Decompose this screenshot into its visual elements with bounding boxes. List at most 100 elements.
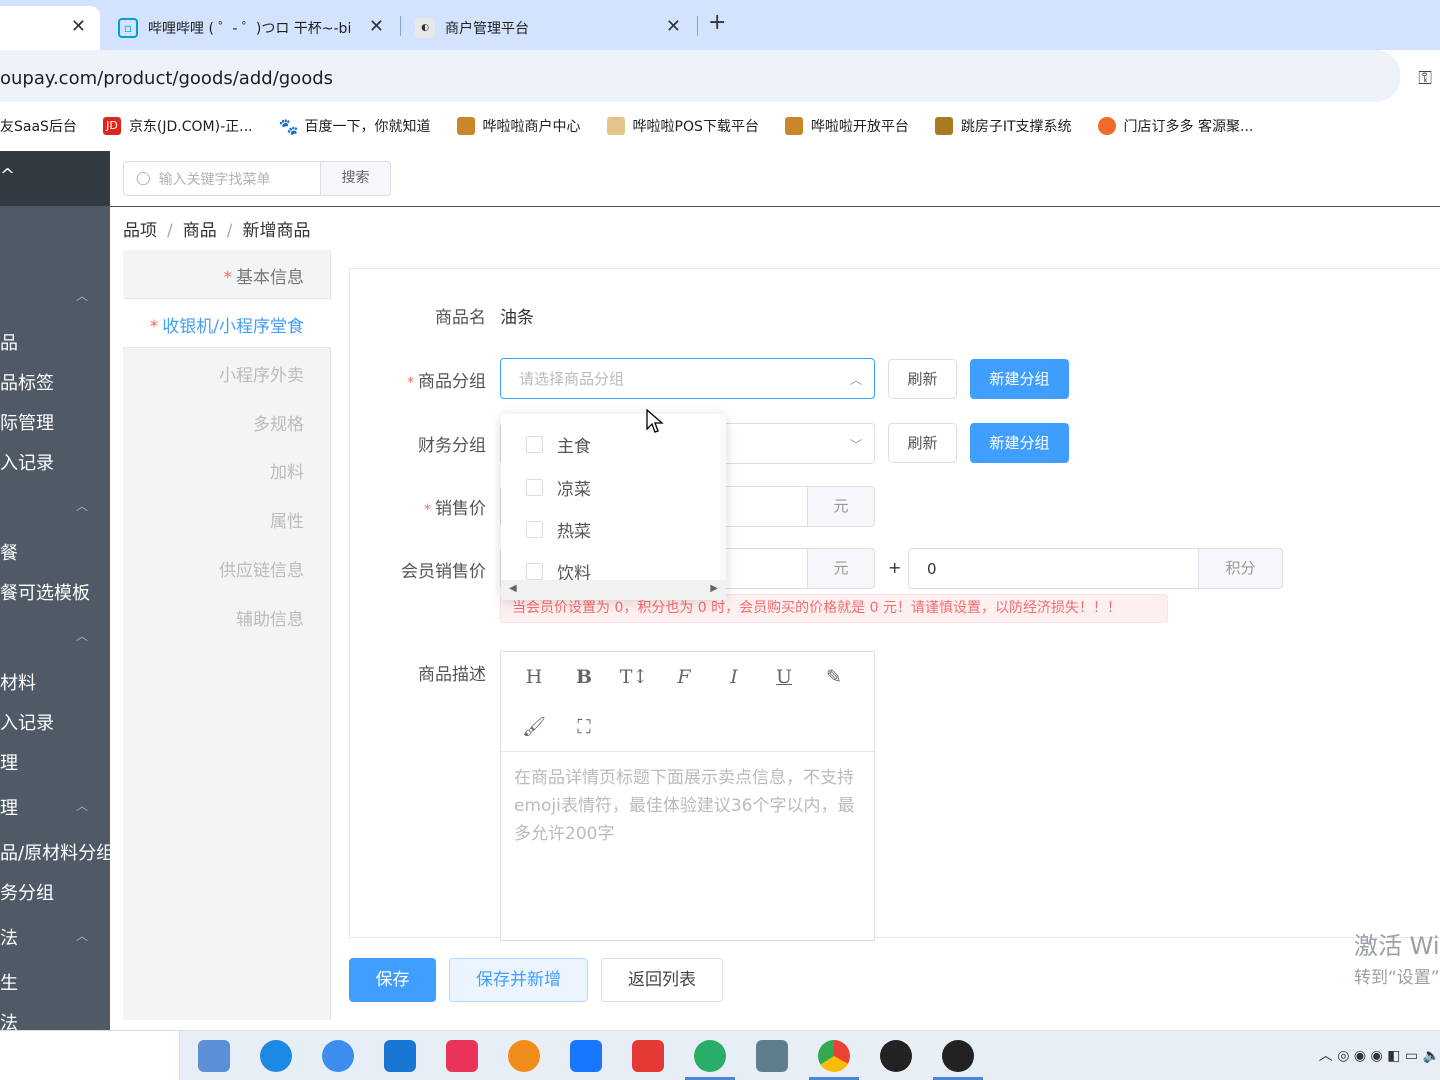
underline-icon[interactable]: U <box>769 662 799 692</box>
checkbox[interactable] <box>526 479 543 496</box>
product-group-dropdown: 主食 凉菜 热菜 饮料 ◀ ▶ <box>501 414 726 600</box>
hualala-icon <box>606 117 625 135</box>
sidebar-item[interactable]: 际管理 <box>0 409 54 435</box>
sidebar-header[interactable]: ^ <box>0 151 110 206</box>
tab-bilibili[interactable]: ▫ 哔哩哔哩 ( ゜- ゜)つロ 干杯~-bi ✕ <box>118 6 388 50</box>
sidebar-item[interactable]: 品 <box>0 329 18 355</box>
chevron-up-icon[interactable]: ︿ <box>76 797 88 814</box>
app-icon[interactable] <box>446 1040 478 1072</box>
breadcrumb-item[interactable]: 品项 <box>123 221 157 241</box>
app-icon[interactable] <box>384 1040 416 1072</box>
wechat-icon[interactable] <box>694 1040 726 1072</box>
system-tray[interactable]: ︿ ◎ ◉ ◉ ◧ ▭ 🔈 <box>1319 1045 1440 1065</box>
refresh-group-button[interactable]: 刷新 <box>888 359 957 399</box>
close-icon[interactable]: ✕ <box>369 16 384 37</box>
url-field[interactable]: oupay.com/product/goods/add/goods <box>0 50 1400 102</box>
chevron-up-icon[interactable]: ︿ <box>76 287 88 304</box>
dropdown-scrollbar[interactable] <box>720 414 726 580</box>
scroll-right-icon[interactable]: ▶ <box>710 583 718 594</box>
dropdown-option[interactable]: 热菜 <box>526 517 591 542</box>
bookmark-item[interactable]: 跳房子IT支撑系统 <box>934 116 1072 136</box>
feishu-icon[interactable] <box>570 1040 602 1072</box>
scroll-left-icon[interactable]: ◀ <box>509 583 517 594</box>
sidebar-item[interactable]: 入记录 <box>0 709 54 735</box>
qq-icon[interactable] <box>880 1040 912 1072</box>
sidebar-item[interactable]: 务分组 <box>0 879 54 905</box>
font-family-icon[interactable]: F <box>669 662 699 692</box>
checkbox[interactable] <box>526 521 543 538</box>
checkbox[interactable] <box>526 436 543 453</box>
app-icon[interactable] <box>632 1040 664 1072</box>
italic-icon[interactable]: I <box>719 662 749 692</box>
dropdown-option[interactable]: 凉菜 <box>526 475 591 500</box>
pen-icon[interactable]: ✎ <box>819 662 849 692</box>
sidebar-item[interactable]: 入记录 <box>0 449 54 475</box>
computer-icon[interactable] <box>198 1040 230 1072</box>
new-tab-icon[interactable]: + <box>708 10 726 35</box>
editor-toolbar: H B T↕ F I U ✎ 🖌 ⛶ <box>501 652 874 752</box>
bookmark-item[interactable]: 哗啦啦POS下载平台 <box>606 116 759 136</box>
breadcrumb-item[interactable]: 商品 <box>183 221 217 241</box>
step-aux-info[interactable]: 辅助信息 <box>236 605 304 630</box>
close-icon[interactable]: ✕ <box>71 16 86 37</box>
bold-icon[interactable]: B <box>569 662 599 692</box>
tab-active[interactable]: ✕ <box>0 6 100 50</box>
sidebar-item[interactable]: 理 <box>0 794 18 820</box>
bookmark-item[interactable]: 哗啦啦商户中心 <box>456 116 581 136</box>
step-basic-info[interactable]: * 基本信息 <box>224 263 305 288</box>
chevron-up-icon[interactable]: ︿ <box>76 497 88 514</box>
key-icon[interactable]: ⚿ <box>1418 68 1432 89</box>
tab-merchant-platform[interactable]: ◐ 商户管理平台 ✕ <box>415 6 685 50</box>
bookmarks-bar: 友SaaS后台 JD 京东(JD.COM)-正... 🐾 百度一下，你就知道 哗啦啦… <box>0 102 1440 150</box>
search-app-icon[interactable] <box>508 1040 540 1072</box>
save-button[interactable]: 保存 <box>349 958 436 1002</box>
step-takeout[interactable]: 小程序外卖 <box>219 361 304 386</box>
sidebar-item[interactable]: 品/原材料分组 <box>0 839 110 865</box>
horizontal-scrollbar[interactable]: ◀ ▶ <box>501 580 726 600</box>
sidebar-item[interactable]: 法 <box>0 1009 18 1030</box>
dropdown-option[interactable]: 主食 <box>526 432 591 457</box>
back-to-list-button[interactable]: 返回列表 <box>601 958 723 1002</box>
chrome-icon[interactable] <box>818 1040 850 1072</box>
font-size-icon[interactable]: T↕ <box>619 662 649 692</box>
description-placeholder[interactable]: 在商品详情页标题下面展示卖点信息，不支持emoji表情符，最佳体验建议36个字以… <box>514 764 866 848</box>
sidebar-item[interactable]: 餐可选模板 <box>0 579 90 605</box>
product-group-select[interactable]: 请选择商品分组 ︿ <box>500 358 875 399</box>
step-pos-dinein[interactable]: * 收银机/小程序堂食 <box>150 312 304 337</box>
calculator-icon[interactable] <box>756 1040 788 1072</box>
new-finance-group-button[interactable]: 新建分组 <box>970 423 1069 463</box>
step-multi-spec[interactable]: 多规格 <box>253 410 304 435</box>
chevron-up-icon[interactable]: ︿ <box>76 927 88 944</box>
sidebar-item[interactable]: 品标签 <box>0 369 54 395</box>
finance-group-label: 财务分组 <box>418 436 486 456</box>
brush-icon[interactable]: 🖌 <box>519 712 549 742</box>
search-button[interactable]: 搜索 <box>320 161 391 196</box>
browser-icon[interactable] <box>260 1040 292 1072</box>
menu-search-input[interactable]: ◯ 输入关键字找菜单 <box>123 161 321 196</box>
bookmark-item[interactable]: 友SaaS后台 <box>0 116 77 136</box>
close-icon[interactable]: ✕ <box>666 16 681 37</box>
checkbox[interactable] <box>526 563 543 580</box>
refresh-finance-button[interactable]: 刷新 <box>888 423 957 463</box>
bookmark-item[interactable]: 哗啦啦开放平台 <box>784 116 909 136</box>
step-addons[interactable]: 加料 <box>270 458 304 483</box>
heading-icon[interactable]: H <box>519 662 549 692</box>
step-attributes[interactable]: 属性 <box>270 507 304 532</box>
sidebar-item[interactable]: 材料 <box>0 669 36 695</box>
sidebar-item[interactable]: 生 <box>0 969 18 995</box>
bookmark-item[interactable]: 🐾 百度一下，你就知道 <box>279 116 431 136</box>
step-supply-chain[interactable]: 供应链信息 <box>219 556 304 581</box>
chevron-up-icon[interactable]: ︿ <box>76 627 88 644</box>
new-group-button[interactable]: 新建分组 <box>970 359 1069 399</box>
chat-icon[interactable] <box>322 1040 354 1072</box>
sidebar-item[interactable]: 法 <box>0 924 18 950</box>
bookmark-item[interactable]: JD 京东(JD.COM)-正... <box>102 116 253 136</box>
sidebar-item[interactable]: 餐 <box>0 539 18 565</box>
qq-icon[interactable] <box>942 1040 974 1072</box>
save-and-new-button[interactable]: 保存并新增 <box>449 958 588 1002</box>
taskbar-search[interactable] <box>0 1031 180 1080</box>
points-input[interactable]: 0 <box>908 548 1200 589</box>
bookmark-item[interactable]: 门店订多多 客源聚... <box>1097 116 1253 136</box>
fullscreen-icon[interactable]: ⛶ <box>569 712 599 742</box>
sidebar-item[interactable]: 理 <box>0 749 18 775</box>
